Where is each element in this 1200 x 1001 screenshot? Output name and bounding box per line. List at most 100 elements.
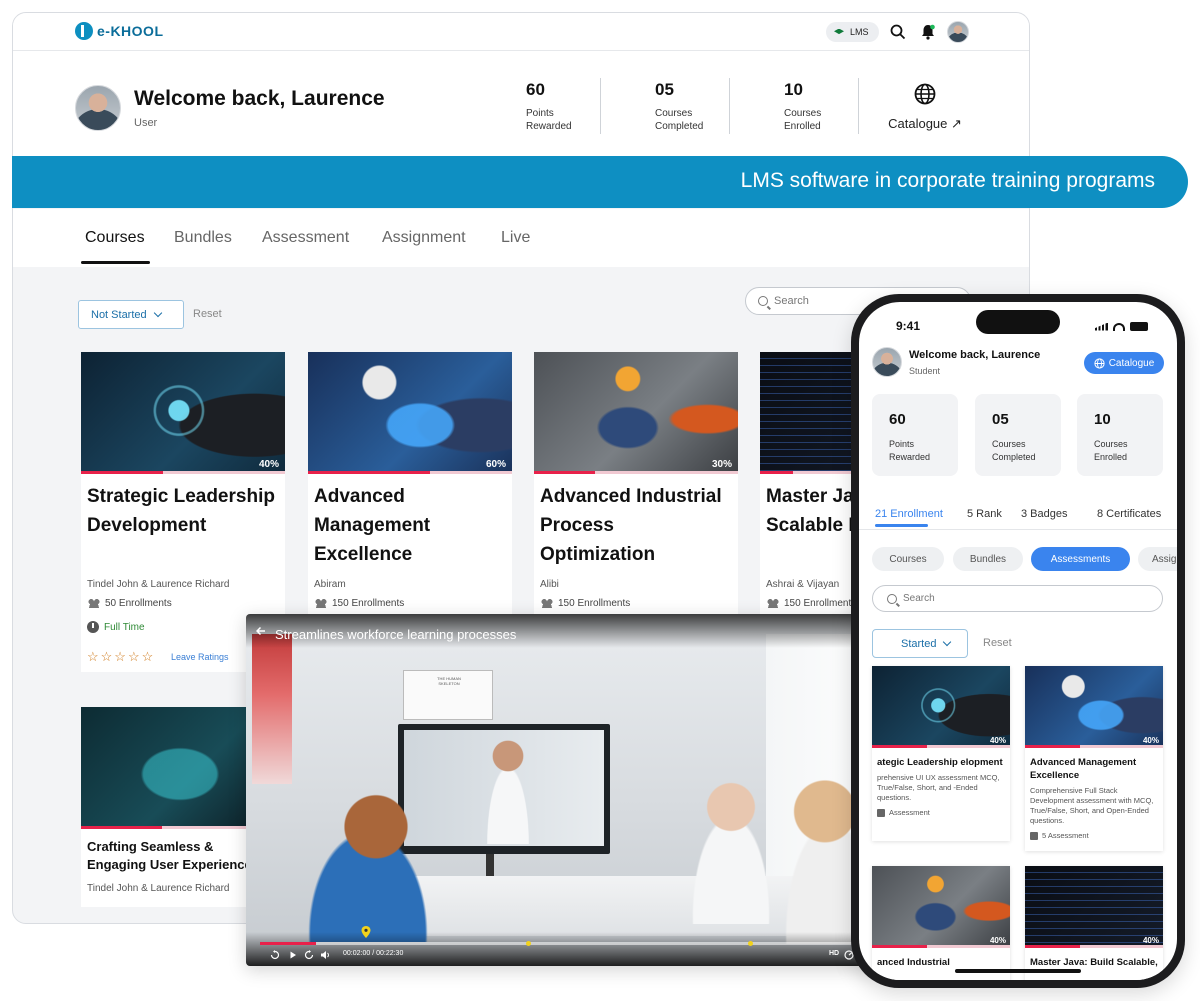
play-icon[interactable] <box>288 950 298 960</box>
star-rating[interactable]: ☆☆☆☆☆ <box>87 649 155 665</box>
stat-label: Points Rewarded <box>889 439 931 462</box>
search-input[interactable]: Search <box>872 585 1163 612</box>
stat-enrolled: 10 Courses Enrolled <box>1077 394 1163 476</box>
enrollments-count: 150 Enrollments <box>332 598 405 609</box>
chevron-down-icon <box>943 637 952 647</box>
chip-assignments[interactable]: Assig <box>1138 547 1177 571</box>
stat-value: 60 <box>889 411 906 428</box>
location-pin-icon[interactable] <box>361 926 371 938</box>
status-filter-dropdown[interactable]: Started <box>872 629 968 658</box>
video-chapter-marker[interactable] <box>526 941 531 946</box>
progress-percent: 40% <box>1142 736 1159 745</box>
tab-enrollment[interactable]: 21 Enrollment <box>875 508 943 520</box>
assessment-card[interactable]: 40% ategic Leadership elopment prehensiv… <box>872 666 1010 841</box>
people-icon <box>87 599 101 608</box>
rewind-icon[interactable] <box>270 950 280 960</box>
globe-icon <box>1094 357 1105 369</box>
course-title: Crafting Seamless & Engaging User Experi… <box>87 838 261 874</box>
progress-percent: 40% <box>989 736 1006 745</box>
tab-badges[interactable]: 3 Badges <box>1021 508 1067 520</box>
progress-percent: 30% <box>711 459 732 470</box>
assessment-card[interactable]: 40% Advanced Management Excellence Compr… <box>1025 666 1163 851</box>
course-authors: Abiram <box>314 579 346 590</box>
dynamic-island <box>976 310 1060 334</box>
skeleton-chart-text: THE HUMAN SKELETON <box>437 676 461 686</box>
reset-button[interactable]: Reset <box>193 308 222 320</box>
assessment-card[interactable]: 40% Master Java: Build Scalable, <box>1025 866 1163 980</box>
welcome-title: Welcome back, Laurence <box>909 349 1041 361</box>
tab-certificates[interactable]: 8 Certificates <box>1097 508 1161 520</box>
progress-percent: 60% <box>485 459 506 470</box>
mobile-device: 9:41 Welcome back, Laurence Student Cata… <box>851 294 1185 988</box>
progress-percent: 40% <box>258 459 279 470</box>
tab-rank[interactable]: 5 Rank <box>967 508 1002 520</box>
forward-icon[interactable] <box>304 950 314 960</box>
catalogue-link[interactable]: Catalogue ↗ <box>885 83 965 132</box>
people-icon <box>540 599 554 608</box>
search-icon[interactable] <box>889 23 907 41</box>
leave-ratings-link[interactable]: Leave Ratings <box>171 652 229 662</box>
back-arrow-icon[interactable] <box>256 626 266 636</box>
chip-assessments[interactable]: Assessments <box>1031 547 1130 571</box>
course-authors: Ashrai & Vijayan <box>766 579 840 590</box>
chip-bundles[interactable]: Bundles <box>953 547 1023 571</box>
tab-assessment[interactable]: Assessment <box>262 229 349 247</box>
quality-hd-button[interactable]: HD <box>829 950 839 957</box>
people-icon <box>314 599 328 608</box>
tab-bundles[interactable]: Bundles <box>174 229 232 247</box>
catalogue-button[interactable]: Catalogue <box>1084 352 1164 374</box>
video-scene-skeleton-chart: THE HUMAN SKELETON <box>403 670 493 720</box>
home-indicator <box>955 969 1081 973</box>
progress-bar <box>872 745 928 748</box>
enrollments: 50 Enrollments <box>87 598 172 609</box>
stat-value: 60 <box>526 80 545 99</box>
profile-avatar <box>75 85 121 131</box>
card-title: Advanced Management Excellence <box>1030 757 1137 781</box>
tab-assignment[interactable]: Assignment <box>382 229 466 247</box>
wifi-icon <box>1113 322 1125 331</box>
video-chapter-marker[interactable] <box>748 941 753 946</box>
progress-bar <box>81 826 162 829</box>
lms-label: LMS <box>850 27 869 37</box>
active-tab-indicator <box>81 261 150 264</box>
stat-value: 10 <box>784 80 803 99</box>
progress-bar <box>308 471 431 474</box>
reset-button[interactable]: Reset <box>983 637 1012 649</box>
course-card[interactable]: Crafting Seamless & Engaging User Experi… <box>81 707 261 907</box>
stat-value: 10 <box>1094 411 1111 428</box>
search-placeholder: Search <box>774 295 809 307</box>
assessment-count: Assessment <box>889 808 930 817</box>
enrollments-count: 150 Enrollments <box>558 598 631 609</box>
logo-k-icon <box>75 22 93 40</box>
bell-icon[interactable] <box>919 23 937 41</box>
divider <box>859 529 1177 530</box>
clock-icon <box>87 621 99 633</box>
status-filter-dropdown[interactable]: Not Started <box>78 300 184 329</box>
logo-text: e-KHOOL <box>97 23 164 39</box>
card-title: Master Java: Build Scalable, <box>1030 957 1158 968</box>
card-title: anced Industrial <box>877 957 950 968</box>
stat-completed: 05 Courses Completed <box>975 394 1061 476</box>
lms-switch-pill[interactable]: LMS <box>826 22 879 42</box>
catalogue-label: Catalogue <box>1108 357 1155 369</box>
book-icon <box>1030 831 1038 840</box>
user-avatar[interactable] <box>947 21 969 43</box>
video-controls-overlay <box>246 932 897 966</box>
assessment-card[interactable]: 40% anced Industrial <box>872 866 1010 980</box>
globe-icon <box>914 83 936 105</box>
tab-courses[interactable]: Courses <box>85 229 145 247</box>
volume-icon[interactable] <box>320 950 330 960</box>
stat-label: Points Rewarded <box>526 108 572 132</box>
logo[interactable]: e-KHOOL <box>75 22 164 40</box>
progress-percent: 40% <box>989 936 1006 945</box>
duration-label: Full Time <box>104 621 145 633</box>
enrollments-count: 50 Enrollments <box>105 598 172 609</box>
tab-live[interactable]: Live <box>501 229 530 247</box>
video-player[interactable]: THE HUMAN SKELETON Streamlines workforce… <box>246 614 897 966</box>
battery-icon <box>1130 322 1148 331</box>
video-seek-track[interactable] <box>260 942 882 945</box>
course-title-line: Crafting Seamless & Engaging User Experi… <box>87 839 259 872</box>
divider <box>600 78 601 134</box>
chip-courses[interactable]: Courses <box>872 547 944 571</box>
status-clock: 9:41 <box>896 319 921 333</box>
